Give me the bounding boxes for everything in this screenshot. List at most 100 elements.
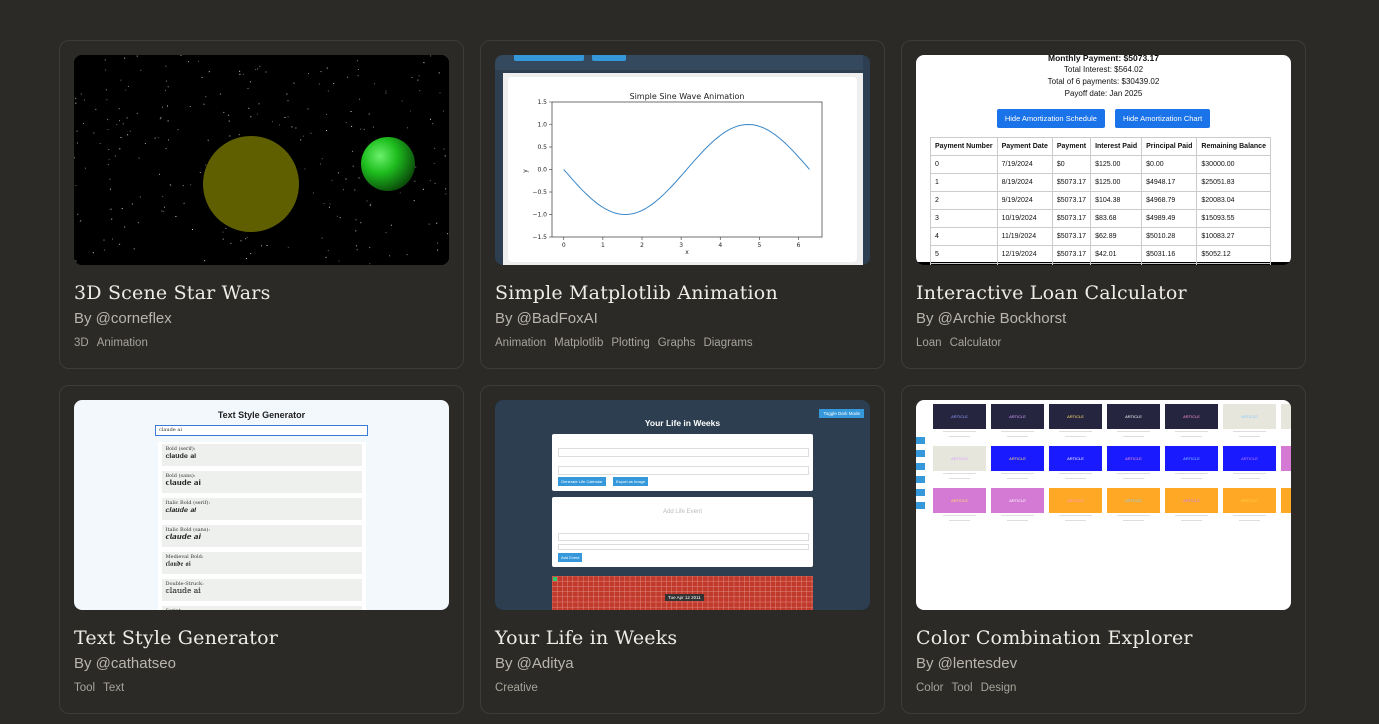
tag: Loan bbox=[916, 337, 942, 349]
table-cell: 10/19/2024 bbox=[996, 209, 1053, 228]
sidebar-strip bbox=[916, 437, 925, 515]
star bbox=[109, 188, 111, 190]
star bbox=[250, 116, 252, 118]
x-tick-label: 3 bbox=[679, 242, 683, 249]
table-cell: $0.00 bbox=[1196, 263, 1271, 265]
swatch-caption: —————————————————— bbox=[1059, 471, 1092, 480]
star bbox=[326, 114, 327, 115]
star bbox=[105, 89, 107, 91]
star bbox=[434, 182, 436, 184]
star bbox=[246, 236, 248, 238]
tag: Plotting bbox=[611, 337, 650, 349]
event-panel: Add Life Event Add Event bbox=[552, 497, 813, 567]
table-cell: $4968.79 bbox=[1141, 191, 1198, 210]
color-swatch: ARTICLE—————————————————— bbox=[1165, 446, 1218, 481]
app-card[interactable]: Monthly Payment: $5073.17 Total Interest… bbox=[901, 40, 1306, 369]
star bbox=[159, 118, 161, 120]
star bbox=[161, 210, 163, 212]
add-event-heading: Add Life Event bbox=[662, 509, 703, 515]
hide-schedule-button: Hide Amortization Schedule bbox=[996, 109, 1105, 128]
swatch-sample: ARTICLE bbox=[1281, 404, 1291, 429]
star bbox=[108, 158, 110, 160]
table-cell: $5031.16 bbox=[1141, 245, 1198, 264]
swatch-caption: —————————————————— bbox=[1281, 471, 1291, 481]
star bbox=[430, 55, 432, 57]
star bbox=[374, 83, 375, 85]
table-cell: $20083.04 bbox=[1196, 191, 1271, 210]
star bbox=[257, 68, 259, 70]
star bbox=[169, 184, 171, 186]
star bbox=[83, 123, 84, 124]
star bbox=[310, 132, 312, 134]
star bbox=[279, 124, 281, 126]
card-author: By @lentesdev bbox=[916, 655, 1018, 672]
star bbox=[190, 184, 192, 186]
star bbox=[357, 69, 359, 70]
style-item: Double-Struck: 𝕔𝕝𝕒𝕦𝕕𝕖 𝕒𝕚 bbox=[161, 579, 362, 601]
star bbox=[105, 69, 107, 71]
star bbox=[159, 173, 160, 175]
table-cell: 11/19/2024 bbox=[996, 227, 1053, 246]
generate-button: Generate Life Calendar bbox=[558, 477, 606, 486]
swatch-sample: ARTICLE bbox=[1107, 404, 1160, 429]
star bbox=[307, 108, 309, 110]
plot-title: Simple Sine Wave Animation bbox=[630, 92, 745, 101]
style-value: 𝕔𝕝𝕒𝕦𝕕𝕖 𝕒𝕚 bbox=[165, 587, 201, 595]
star bbox=[182, 185, 184, 187]
table-row: 4 11/19/2024 $5073.17 $62.89 $5010.28 $10083.… bbox=[930, 227, 1271, 246]
table-cell: $0 bbox=[1051, 155, 1092, 174]
star bbox=[259, 65, 261, 67]
star bbox=[162, 106, 163, 108]
color-swatch: ARTICLE—————————————————— bbox=[1281, 446, 1291, 481]
star bbox=[136, 55, 138, 57]
app-card[interactable]: ARTICLE ——————————— ——————— ARTICLE ————————… bbox=[901, 385, 1306, 714]
star bbox=[265, 71, 267, 73]
app-card[interactable]: Simple Sine Wave Animation 0 1 2 3 4 5 6 1.5 1.0… bbox=[480, 40, 885, 369]
amortization-table: Payment Number Payment Date Payment Inte… bbox=[930, 137, 1271, 265]
star bbox=[137, 222, 139, 224]
star bbox=[406, 254, 408, 256]
card-author: By @corneflex bbox=[74, 310, 172, 327]
star bbox=[124, 57, 126, 59]
star bbox=[350, 111, 352, 112]
app-card[interactable]: Toggle Dark Mode Your Life in Weeks Gene… bbox=[480, 385, 885, 714]
swatch-sample: ARTICLE bbox=[1049, 446, 1102, 471]
table-cell: 0 bbox=[930, 155, 998, 174]
swatch-caption: —————————————————— bbox=[1117, 471, 1150, 480]
star bbox=[385, 92, 387, 94]
star bbox=[360, 222, 362, 224]
table-cell: $42.01 bbox=[1090, 245, 1143, 264]
total-payments: Total of 6 payments: $30439.02 bbox=[1047, 77, 1160, 86]
app-card[interactable]: 3D Scene Star Wars By @corneflex 3D Anim… bbox=[59, 40, 464, 369]
star bbox=[255, 69, 257, 70]
star bbox=[295, 127, 297, 129]
tag: 3D bbox=[74, 337, 89, 349]
swatch-sample: ARTICLE bbox=[991, 446, 1044, 471]
card-title: Simple Matplotlib Animation bbox=[495, 282, 778, 304]
style-value: 𝙘𝙡𝙖𝙪𝙙𝙚 𝙖𝙞 bbox=[165, 533, 201, 541]
star bbox=[228, 114, 230, 116]
color-swatch: ARTICLE—————————————————— bbox=[1107, 404, 1160, 439]
style-value: 𝒄𝒍𝒂𝒖𝒅𝒆 𝒂𝒊 bbox=[165, 506, 197, 514]
star bbox=[154, 137, 156, 139]
add-event-button: Add Event bbox=[558, 553, 583, 562]
star bbox=[437, 242, 439, 244]
star bbox=[119, 148, 121, 150]
star bbox=[312, 192, 314, 194]
card-author: By @BadFoxAI bbox=[495, 310, 598, 327]
star bbox=[354, 189, 356, 191]
card-author: By @cathatseo bbox=[74, 655, 176, 672]
swatch-caption: —————————————————— bbox=[1175, 429, 1208, 438]
star bbox=[419, 90, 421, 92]
table-cell: 7/19/2024 bbox=[996, 155, 1053, 174]
star bbox=[205, 96, 207, 98]
star bbox=[328, 206, 330, 208]
star bbox=[356, 249, 358, 251]
star bbox=[356, 60, 358, 62]
star bbox=[410, 110, 412, 112]
star bbox=[434, 147, 436, 149]
star bbox=[189, 106, 191, 107]
swatch-sample: ARTICLE bbox=[1107, 488, 1160, 513]
app-card[interactable]: Text Style Generator claude ai Bold (ser… bbox=[59, 385, 464, 714]
swatch-sample: ARTICLE bbox=[1223, 488, 1276, 513]
